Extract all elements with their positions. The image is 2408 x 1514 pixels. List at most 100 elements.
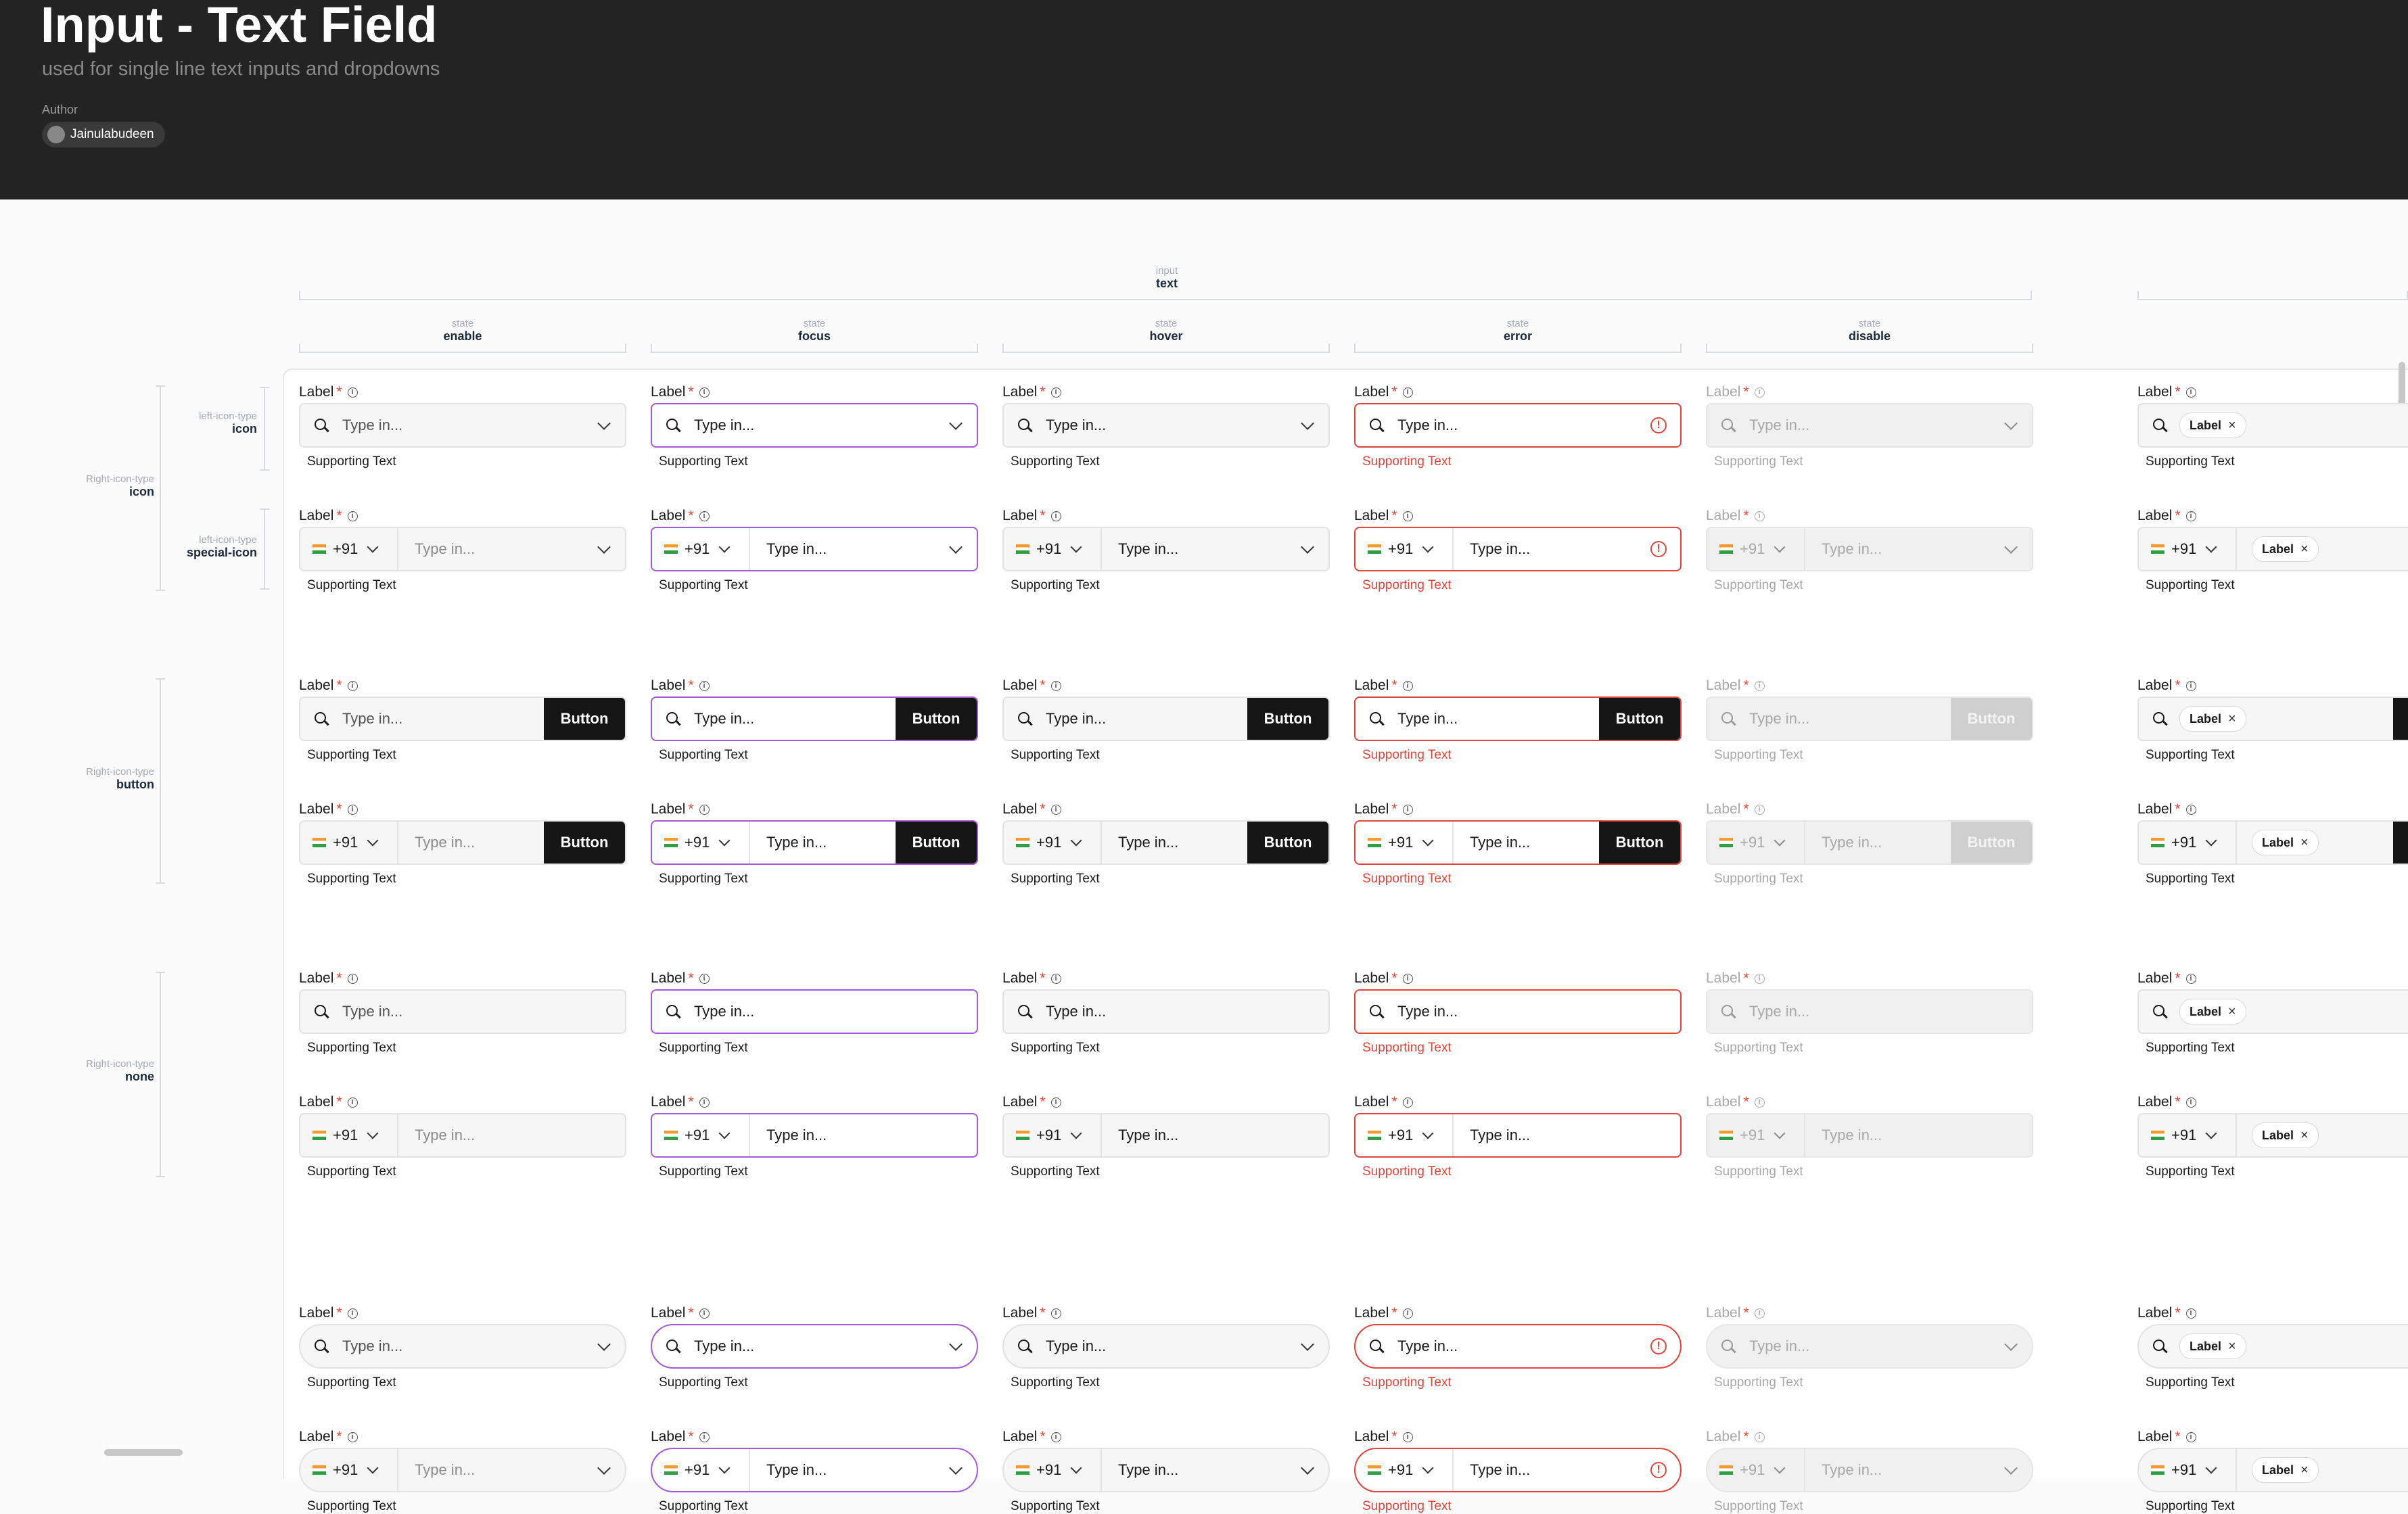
info-icon[interactable]: i — [699, 387, 710, 398]
text-field-focus[interactable]: +91 Type in... Button — [651, 820, 978, 865]
info-icon[interactable]: i — [2185, 804, 2196, 815]
info-icon[interactable]: i — [1754, 680, 1765, 691]
country-code-select[interactable]: +91 — [1356, 1449, 1454, 1491]
text-field-error[interactable]: +91 Type in... Button — [1354, 820, 1682, 865]
country-code-select[interactable]: +91 — [2139, 1449, 2237, 1491]
info-icon[interactable]: i — [1050, 680, 1061, 691]
info-icon[interactable]: i — [1754, 1308, 1765, 1319]
text-field-hover[interactable]: Type in... Button — [1002, 696, 1330, 741]
text-field-error[interactable]: Type in...! — [1354, 403, 1682, 448]
chevron-down-icon[interactable] — [597, 540, 611, 554]
info-icon[interactable]: i — [1050, 1097, 1061, 1108]
chevron-down-icon[interactable] — [1301, 540, 1314, 554]
text-field-enable[interactable]: +91 Type in... — [299, 527, 626, 571]
text-field-enable[interactable]: Type in... — [299, 989, 626, 1034]
country-code-select[interactable]: +91 — [300, 1449, 398, 1491]
info-icon[interactable]: i — [347, 1097, 358, 1108]
text-field-focus[interactable]: Type in... Button — [651, 696, 978, 741]
text-field-error[interactable]: +91 Type in...! — [1354, 527, 1682, 571]
info-icon[interactable]: i — [2185, 973, 2196, 984]
chevron-down-icon[interactable] — [2004, 1461, 2018, 1475]
text-field-focus[interactable]: +91 Type in... — [651, 1113, 978, 1158]
text-field-error[interactable]: Type in... Button — [1354, 696, 1682, 741]
text-field-disable[interactable]: +91 Type in... — [1706, 527, 2033, 571]
info-icon[interactable]: i — [347, 804, 358, 815]
text-field-disable[interactable]: +91 Type in... — [1706, 1113, 2033, 1158]
author-chip[interactable]: Jainulabudeen — [42, 122, 165, 147]
action-button[interactable]: Button — [1599, 822, 1680, 864]
action-button[interactable]: Button — [1951, 698, 2032, 740]
info-icon[interactable]: i — [699, 1432, 710, 1442]
text-field-focus[interactable]: Type in... — [651, 989, 978, 1034]
chevron-down-icon[interactable] — [597, 1338, 611, 1351]
country-code-select[interactable]: +91 — [1707, 822, 1805, 864]
info-icon[interactable]: i — [2185, 1432, 2196, 1442]
text-field-enable[interactable]: +91 Label × — [2137, 1113, 2408, 1158]
info-icon[interactable]: i — [1754, 973, 1765, 984]
info-icon[interactable]: i — [347, 680, 358, 691]
info-icon[interactable]: i — [2185, 387, 2196, 398]
action-button[interactable]: Button — [544, 698, 625, 740]
text-field-focus[interactable]: Type in... — [651, 1324, 978, 1369]
info-icon[interactable]: i — [1050, 511, 1061, 521]
info-icon[interactable]: i — [1402, 1432, 1413, 1442]
action-button[interactable]: Button — [896, 822, 977, 864]
text-field-hover[interactable]: Type in... — [1002, 989, 1330, 1034]
country-code-select[interactable]: +91 — [2139, 1114, 2237, 1156]
chevron-down-icon[interactable] — [2004, 540, 2018, 554]
action-button[interactable]: Button — [544, 822, 625, 864]
action-button[interactable]: Button — [1247, 822, 1328, 864]
text-field-disable[interactable]: Type in... — [1706, 1324, 2033, 1369]
selected-chip[interactable]: Label × — [2252, 1457, 2319, 1483]
chevron-down-icon[interactable] — [949, 1338, 963, 1351]
country-code-select[interactable]: +91 — [1707, 528, 1805, 570]
info-icon[interactable]: i — [2185, 680, 2196, 691]
info-icon[interactable]: i — [699, 1308, 710, 1319]
close-icon[interactable]: × — [2300, 1128, 2309, 1143]
text-field-hover[interactable]: +91 Type in... Button — [1002, 820, 1330, 865]
country-code-select[interactable]: +91 — [1004, 1449, 1102, 1491]
info-icon[interactable]: i — [1402, 387, 1413, 398]
close-icon[interactable]: × — [2228, 1004, 2236, 1020]
text-field-enable[interactable]: Type in... — [299, 1324, 626, 1369]
action-button[interactable]: Button — [896, 698, 977, 740]
selected-chip[interactable]: Label × — [2252, 536, 2319, 562]
info-icon[interactable]: i — [347, 511, 358, 521]
info-icon[interactable]: i — [699, 1097, 710, 1108]
country-code-select[interactable]: +91 — [2139, 822, 2237, 864]
info-icon[interactable]: i — [1402, 804, 1413, 815]
text-field-enable[interactable]: Type in... Button — [299, 696, 626, 741]
country-code-select[interactable]: +91 — [1707, 1449, 1805, 1491]
selected-chip[interactable]: Label × — [2179, 706, 2246, 732]
text-field-enable[interactable]: Type in... — [299, 403, 626, 448]
text-field-disable[interactable]: Type in... — [1706, 989, 2033, 1034]
close-icon[interactable]: × — [2228, 1339, 2236, 1354]
info-icon[interactable]: i — [1754, 804, 1765, 815]
info-icon[interactable]: i — [1050, 1308, 1061, 1319]
text-field-enable[interactable]: Label × Button — [2137, 696, 2408, 741]
text-field-focus[interactable]: Type in... — [651, 403, 978, 448]
country-code-select[interactable]: +91 — [1004, 528, 1102, 570]
info-icon[interactable]: i — [699, 511, 710, 521]
text-field-enable[interactable]: +91 Label × Button — [2137, 820, 2408, 865]
chevron-down-icon[interactable] — [597, 1461, 611, 1475]
info-icon[interactable]: i — [1050, 387, 1061, 398]
info-icon[interactable]: i — [1402, 680, 1413, 691]
country-code-select[interactable]: +91 — [652, 1449, 750, 1491]
action-button[interactable]: Button — [1951, 822, 2032, 864]
action-button[interactable]: Button — [1247, 698, 1328, 740]
info-icon[interactable]: i — [1402, 1097, 1413, 1108]
text-field-error[interactable]: +91 Type in...! — [1354, 1448, 1682, 1492]
chevron-down-icon[interactable] — [1301, 417, 1314, 430]
selected-chip[interactable]: Label × — [2179, 999, 2246, 1024]
info-icon[interactable]: i — [2185, 1308, 2196, 1319]
info-icon[interactable]: i — [1754, 387, 1765, 398]
text-field-focus[interactable]: +91 Type in... — [651, 527, 978, 571]
country-code-select[interactable]: +91 — [300, 1114, 398, 1156]
info-icon[interactable]: i — [347, 387, 358, 398]
close-icon[interactable]: × — [2228, 711, 2236, 727]
info-icon[interactable]: i — [699, 680, 710, 691]
chevron-down-icon[interactable] — [597, 417, 611, 430]
text-field-error[interactable]: Type in...! — [1354, 1324, 1682, 1369]
horizontal-scrollbar[interactable] — [104, 1449, 183, 1456]
